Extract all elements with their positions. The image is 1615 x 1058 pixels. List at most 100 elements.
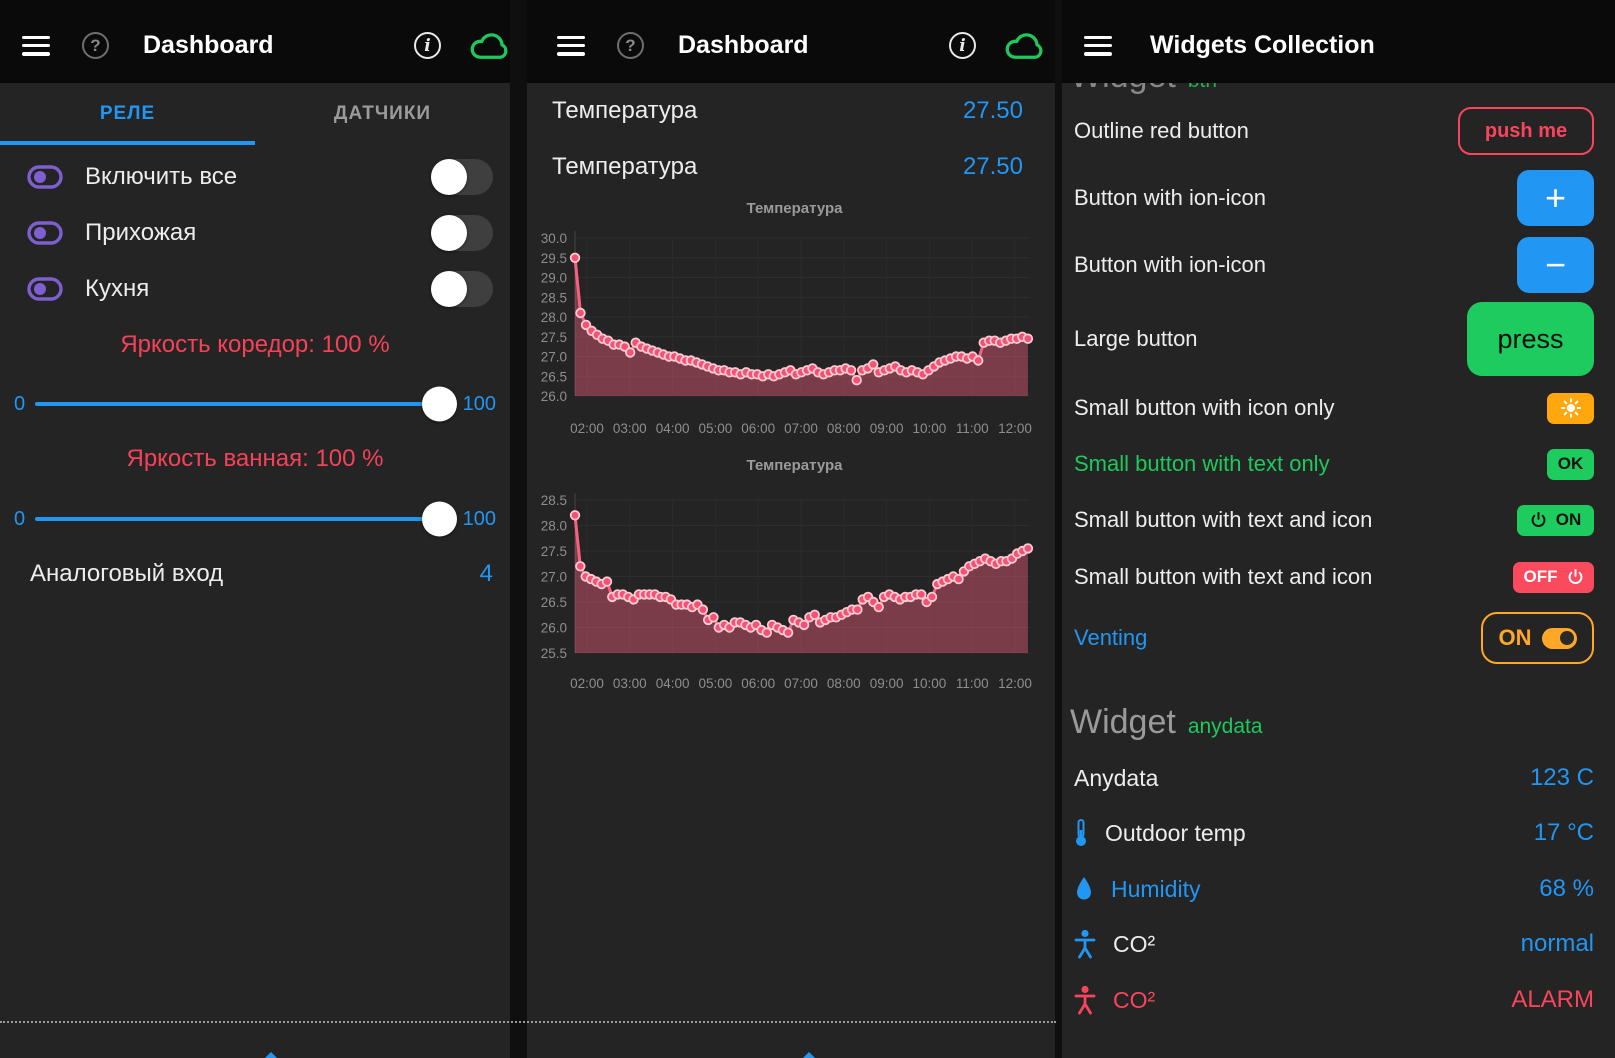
row-label: Humidity bbox=[1111, 876, 1200, 903]
svg-text:10:00: 10:00 bbox=[913, 421, 947, 436]
ok-button[interactable]: OK bbox=[1547, 449, 1594, 480]
section-heading-anydata: Widget anydata bbox=[1070, 703, 1263, 742]
widget-row: Small button with text only OK bbox=[1062, 448, 1615, 480]
slider-bath: 0 100 bbox=[14, 498, 496, 540]
toggle-glyph-icon bbox=[27, 164, 63, 190]
venting-button[interactable]: ON bbox=[1481, 612, 1594, 664]
switch-kitchen[interactable] bbox=[431, 271, 493, 307]
slider-track[interactable] bbox=[35, 402, 453, 406]
cloud-status-icon[interactable] bbox=[1004, 31, 1046, 61]
svg-text:28.5: 28.5 bbox=[541, 290, 567, 305]
svg-text:02:00: 02:00 bbox=[570, 676, 604, 691]
svg-text:10:00: 10:00 bbox=[913, 676, 947, 691]
panel-divider bbox=[1055, 0, 1062, 1058]
row-label: Outline red button bbox=[1074, 118, 1249, 144]
row-label: Button with ion-icon bbox=[1074, 185, 1266, 211]
power-icon bbox=[1567, 569, 1584, 586]
slider-knob[interactable] bbox=[422, 502, 457, 537]
svg-text:30.0: 30.0 bbox=[541, 231, 567, 246]
minus-button[interactable]: − bbox=[1517, 237, 1594, 293]
toggle-glyph-icon bbox=[27, 220, 63, 246]
svg-text:26.0: 26.0 bbox=[541, 389, 567, 404]
sensors-content: Температура 27.50 Температура 27.50 Темп… bbox=[527, 83, 1062, 1058]
panel-relays: ? Dashboard i РЕЛЕ ДАТЧИКИ Включить все bbox=[0, 0, 527, 1058]
tab-relays[interactable]: РЕЛЕ bbox=[0, 83, 255, 145]
header-right: Widgets Collection bbox=[1062, 0, 1615, 83]
tab-sensors[interactable]: ДАТЧИКИ bbox=[255, 83, 510, 145]
slider-max: 100 bbox=[463, 508, 496, 531]
on-button[interactable]: ON bbox=[1517, 505, 1594, 536]
slider-knob[interactable] bbox=[422, 387, 457, 422]
row-value: 123 C bbox=[1530, 764, 1594, 792]
svg-text:26.5: 26.5 bbox=[541, 595, 567, 610]
svg-text:27.5: 27.5 bbox=[541, 330, 567, 345]
svg-text:02:00: 02:00 bbox=[570, 421, 604, 436]
clipped-section-heading: Widget btn bbox=[1070, 83, 1217, 96]
on-label: ON bbox=[1556, 510, 1582, 530]
press-button[interactable]: press bbox=[1467, 302, 1594, 376]
slider-corridor-label: Яркость коредор: 100 % bbox=[0, 331, 510, 359]
row-label: Button with ion-icon bbox=[1074, 252, 1266, 278]
header-middle: ? Dashboard i bbox=[527, 0, 1062, 83]
page-title: Dashboard bbox=[678, 31, 809, 60]
power-icon bbox=[1530, 512, 1547, 529]
svg-text:05:00: 05:00 bbox=[698, 421, 732, 436]
menu-icon[interactable] bbox=[22, 36, 50, 56]
svg-text:05:00: 05:00 bbox=[698, 676, 732, 691]
svg-text:29.0: 29.0 bbox=[541, 271, 567, 286]
switch-label: Включить все bbox=[85, 163, 431, 191]
toggle-glyph-icon bbox=[27, 276, 63, 302]
widgets-content: Widget btn Outline red button push me Bu… bbox=[1062, 83, 1615, 1058]
widget-row: Venting ON bbox=[1062, 612, 1615, 664]
help-icon[interactable]: ? bbox=[617, 32, 644, 59]
svg-text:04:00: 04:00 bbox=[656, 676, 690, 691]
svg-text:12:00: 12:00 bbox=[998, 421, 1032, 436]
panel-widgets: Widgets Collection Widget btn Outline re… bbox=[1062, 0, 1615, 1058]
off-button[interactable]: OFF bbox=[1513, 562, 1594, 593]
row-label: Venting bbox=[1074, 625, 1147, 651]
data-row-outdoor-temp: Outdoor temp 17 °C bbox=[1062, 805, 1615, 861]
slider-min: 0 bbox=[14, 508, 25, 531]
cloud-status-icon[interactable] bbox=[469, 31, 511, 61]
svg-text:06:00: 06:00 bbox=[741, 676, 775, 691]
svg-text:28.0: 28.0 bbox=[541, 310, 567, 325]
slider-track[interactable] bbox=[35, 517, 453, 521]
svg-text:28.5: 28.5 bbox=[541, 493, 567, 508]
row-value: normal bbox=[1521, 930, 1594, 958]
slider-min: 0 bbox=[14, 393, 25, 416]
row-label: Small button with icon only bbox=[1074, 395, 1334, 421]
temperature-label: Температура bbox=[552, 153, 697, 181]
switch-hallway[interactable] bbox=[431, 215, 493, 251]
row-label: Large button bbox=[1074, 326, 1198, 352]
temperature-chart-2: 25.526.026.527.027.528.028.502:0003:0004… bbox=[527, 485, 1062, 700]
temperature-value: 27.50 bbox=[963, 97, 1023, 125]
info-icon[interactable]: i bbox=[414, 32, 441, 59]
tab-bar: РЕЛЕ ДАТЧИКИ bbox=[0, 83, 510, 145]
help-icon[interactable]: ? bbox=[82, 32, 109, 59]
sun-button[interactable] bbox=[1547, 393, 1594, 424]
svg-text:27.0: 27.0 bbox=[541, 350, 567, 365]
droplet-icon bbox=[1074, 875, 1094, 903]
row-label: Small button with text only bbox=[1074, 451, 1330, 477]
menu-icon[interactable] bbox=[557, 36, 585, 56]
switch-row-kitchen: Кухня bbox=[0, 261, 510, 317]
svg-text:27.5: 27.5 bbox=[541, 544, 567, 559]
venting-state-label: ON bbox=[1499, 625, 1532, 651]
svg-text:03:00: 03:00 bbox=[613, 676, 647, 691]
relays-content: РЕЛЕ ДАТЧИКИ Включить все Прихожая bbox=[0, 83, 510, 1058]
data-row-co2-normal: CO² normal bbox=[1062, 916, 1615, 972]
svg-text:08:00: 08:00 bbox=[827, 421, 861, 436]
svg-text:28.0: 28.0 bbox=[541, 519, 567, 534]
row-value: 68 % bbox=[1539, 875, 1594, 903]
info-icon[interactable]: i bbox=[949, 32, 976, 59]
widget-row: Button with ion-icon + bbox=[1062, 170, 1615, 226]
menu-icon[interactable] bbox=[1084, 36, 1112, 56]
temperature-row: Температура 27.50 bbox=[527, 139, 1062, 195]
svg-text:04:00: 04:00 bbox=[656, 421, 690, 436]
push-me-button[interactable]: push me bbox=[1458, 107, 1594, 155]
svg-text:09:00: 09:00 bbox=[870, 676, 904, 691]
plus-button[interactable]: + bbox=[1517, 170, 1594, 226]
widget-row: Large button press bbox=[1062, 302, 1615, 376]
switch-all[interactable] bbox=[431, 159, 493, 195]
widget-row: Button with ion-icon − bbox=[1062, 237, 1615, 293]
